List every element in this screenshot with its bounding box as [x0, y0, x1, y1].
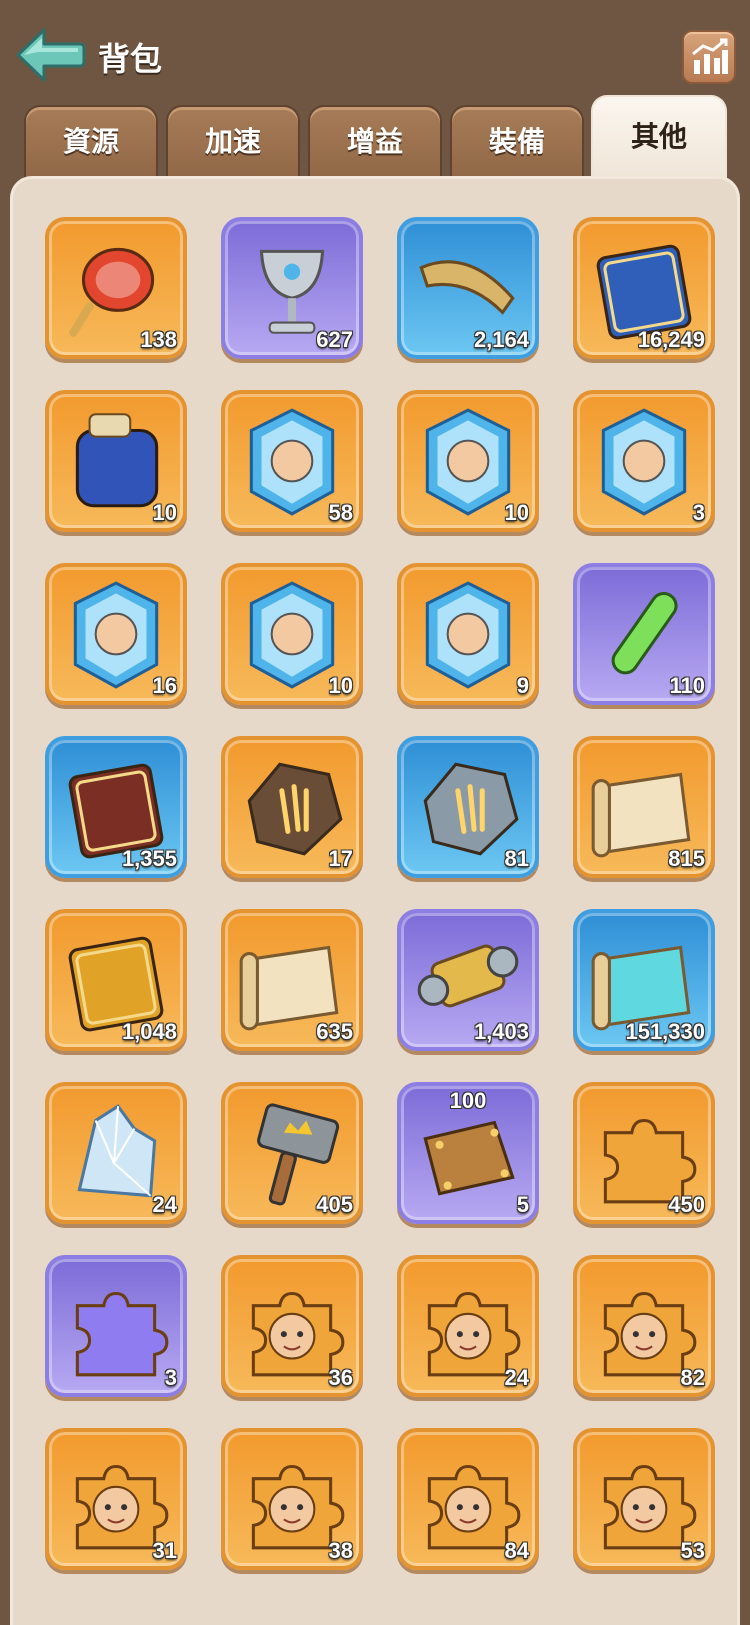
inventory-item[interactable]: 405 [221, 1082, 363, 1224]
inventory-item[interactable]: 84 [397, 1428, 539, 1570]
item-count: 1,403 [473, 1019, 529, 1044]
item-count: 627 [316, 327, 353, 352]
inventory-item[interactable]: 635 [221, 909, 363, 1051]
item-count: 10 [504, 500, 529, 525]
item-count: 36 [328, 1365, 353, 1390]
inventory-item[interactable]: 151,330 [573, 909, 715, 1051]
inventory-item[interactable]: 16,249 [573, 217, 715, 359]
inventory-item[interactable]: 100 5 [397, 1082, 539, 1224]
inventory-item[interactable]: 627 [221, 217, 363, 359]
item-count: 635 [316, 1019, 353, 1044]
item-count: 58 [328, 500, 353, 525]
inventory-item[interactable]: 17 [221, 736, 363, 878]
inventory-item[interactable]: 10 [45, 390, 187, 532]
inventory-item[interactable]: 1,355 [45, 736, 187, 878]
item-count: 1,048 [121, 1019, 177, 1044]
inventory-item[interactable]: 9 [397, 563, 539, 705]
item-count: 81 [504, 846, 529, 871]
tab-boosts[interactable]: 增益 [308, 105, 442, 183]
item-count: 38 [328, 1538, 353, 1563]
item-count: 5 [516, 1192, 529, 1217]
inventory-item[interactable]: 31 [45, 1428, 187, 1570]
item-count: 84 [504, 1538, 529, 1563]
inventory-panel: 138 627 2,164 16,249 10 58 10 3 16 10 9 110 1,355 17 8… [10, 176, 740, 1625]
item-count: 16,249 [637, 327, 705, 352]
item-count: 405 [316, 1192, 353, 1217]
item-count: 110 [669, 673, 706, 698]
inventory-item[interactable]: 38 [221, 1428, 363, 1570]
item-count: 10 [152, 500, 177, 525]
inventory-item[interactable]: 24 [45, 1082, 187, 1224]
item-count: 138 [140, 327, 177, 352]
inventory-item[interactable]: 3 [573, 390, 715, 532]
inventory-item[interactable]: 36 [221, 1255, 363, 1397]
item-count: 82 [680, 1365, 705, 1390]
inventory-item[interactable]: 16 [45, 563, 187, 705]
item-count: 31 [152, 1538, 177, 1563]
item-count: 16 [152, 673, 177, 698]
item-count: 9 [516, 673, 529, 698]
item-count: 17 [328, 846, 353, 871]
item-top-label: 100 [449, 1088, 487, 1113]
item-count: 2,164 [473, 327, 529, 352]
inventory-item[interactable]: 1,048 [45, 909, 187, 1051]
tab-bar: 資源 加速 增益 裝備 其他 [0, 95, 750, 185]
stats-chart-icon[interactable] [682, 30, 736, 84]
inventory-item[interactable]: 82 [573, 1255, 715, 1397]
item-count: 24 [504, 1365, 529, 1390]
inventory-item[interactable]: 3 [45, 1255, 187, 1397]
inventory-item[interactable]: 10 [221, 563, 363, 705]
item-count: 53 [680, 1538, 705, 1563]
inventory-item[interactable]: 10 [397, 390, 539, 532]
inventory-item[interactable]: 2,164 [397, 217, 539, 359]
inventory-item[interactable]: 138 [45, 217, 187, 359]
inventory-item[interactable]: 53 [573, 1428, 715, 1570]
inventory-item[interactable]: 1,403 [397, 909, 539, 1051]
header: 背包 [0, 0, 750, 110]
tab-resources[interactable]: 資源 [24, 105, 158, 183]
inventory-item[interactable]: 110 [573, 563, 715, 705]
item-count: 450 [668, 1192, 705, 1217]
back-arrow-icon[interactable] [14, 24, 86, 86]
item-count: 24 [152, 1192, 177, 1217]
inventory-item[interactable]: 450 [573, 1082, 715, 1224]
item-count: 1,355 [121, 846, 177, 871]
tab-equipment[interactable]: 裝備 [450, 105, 584, 183]
tab-speedups[interactable]: 加速 [166, 105, 300, 183]
item-count: 151,330 [625, 1019, 705, 1044]
inventory-grid: 138 627 2,164 16,249 10 58 10 3 16 10 9 110 1,355 17 8… [13, 179, 743, 1625]
inventory-item[interactable]: 24 [397, 1255, 539, 1397]
item-count: 3 [164, 1365, 177, 1390]
item-count: 10 [328, 673, 353, 698]
inventory-item[interactable]: 81 [397, 736, 539, 878]
page-title: 背包 [98, 41, 163, 77]
tab-other[interactable]: 其他 [591, 95, 727, 183]
item-count: 3 [692, 500, 705, 525]
inventory-item[interactable]: 58 [221, 390, 363, 532]
item-count: 815 [668, 846, 705, 871]
inventory-item[interactable]: 815 [573, 736, 715, 878]
